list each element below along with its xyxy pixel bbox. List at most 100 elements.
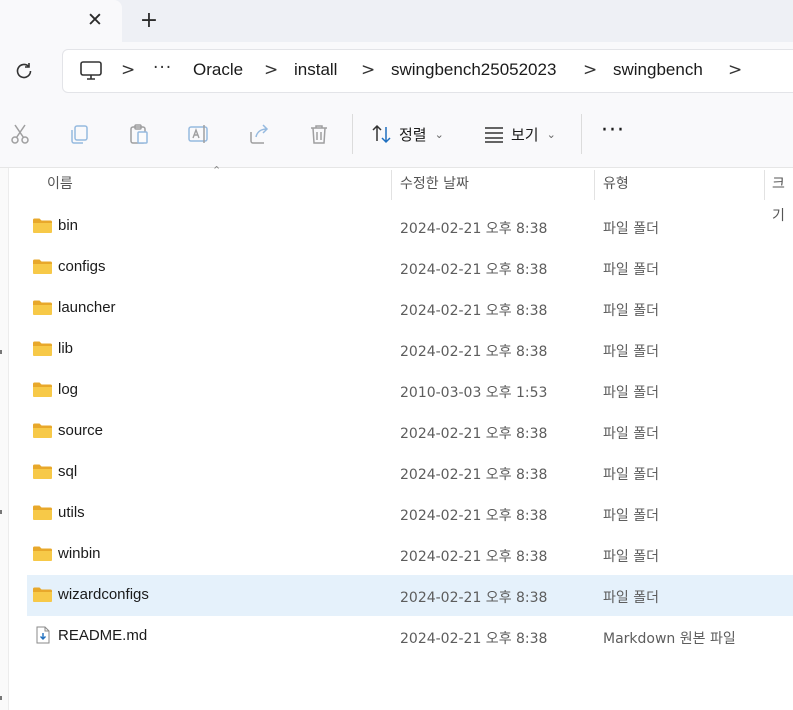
tab-strip: ✕ + <box>0 0 793 42</box>
file-name: sql <box>58 463 78 480</box>
file-type: 파일 폴더 <box>603 549 659 565</box>
file-row[interactable]: wizardconfigs 2024-02-21 오후 8:38 파일 폴더 <box>27 575 793 616</box>
active-tab[interactable]: ✕ <box>0 0 122 42</box>
folder-icon <box>33 341 52 356</box>
file-row[interactable]: bin 2024-02-21 오후 8:38 파일 폴더 <box>27 206 793 247</box>
file-row[interactable]: README.md 2024-02-21 오후 8:38 Markdown 원본 파… <box>27 616 793 657</box>
file-type: Markdown 원본 파일 <box>603 631 736 647</box>
file-type: 파일 폴더 <box>603 221 659 237</box>
navigation-pane-edge[interactable] <box>0 168 9 710</box>
file-row[interactable]: log 2010-03-03 오후 1:53 파일 폴더 <box>27 370 793 411</box>
file-name: utils <box>58 504 85 521</box>
file-modified-date: 2024-02-21 오후 8:38 <box>400 508 548 524</box>
view-list-icon <box>485 127 503 143</box>
folder-icon <box>33 464 52 479</box>
file-name: README.md <box>58 627 148 644</box>
file-type: 파일 폴더 <box>603 590 659 606</box>
column-divider[interactable] <box>391 170 392 200</box>
nav-marker <box>0 350 2 354</box>
address-row: > ··· Oracle > install > swingbench25052… <box>0 42 793 100</box>
breadcrumb-swingbench25052023[interactable]: swingbench25052023 <box>391 60 556 80</box>
toolbar-divider <box>352 114 353 154</box>
column-header-date[interactable]: 수정한 날짜 <box>400 168 469 200</box>
file-modified-date: 2024-02-21 오후 8:38 <box>400 426 548 442</box>
breadcrumb-chevron-icon[interactable]: > <box>361 60 375 80</box>
file-name: log <box>58 381 79 398</box>
file-name: lib <box>58 340 74 357</box>
breadcrumb-chevron-icon[interactable]: > <box>728 60 742 80</box>
file-modified-date: 2024-02-21 오후 8:38 <box>400 590 548 606</box>
file-row[interactable]: launcher 2024-02-21 오후 8:38 파일 폴더 <box>27 288 793 329</box>
file-row[interactable]: utils 2024-02-21 오후 8:38 파일 폴더 <box>27 493 793 534</box>
file-modified-date: 2024-02-21 오후 8:38 <box>400 344 548 360</box>
file-row[interactable]: winbin 2024-02-21 오후 8:38 파일 폴더 <box>27 534 793 575</box>
chevron-down-icon: ⌄ <box>546 127 556 141</box>
sort-label: 정렬 <box>399 125 427 144</box>
column-header-row: ⌃ 이름 수정한 날짜 유형 크기 <box>9 164 793 224</box>
column-header-size[interactable]: 크기 <box>772 168 793 224</box>
file-type: 파일 폴더 <box>603 344 659 360</box>
column-header-type[interactable]: 유형 <box>603 168 629 200</box>
breadcrumb-install[interactable]: install <box>294 60 337 80</box>
new-tab-button[interactable]: + <box>137 9 161 33</box>
close-tab-icon[interactable]: ✕ <box>84 9 106 31</box>
file-type: 파일 폴더 <box>603 467 659 483</box>
column-divider[interactable] <box>594 170 595 200</box>
column-divider[interactable] <box>764 170 765 200</box>
file-row[interactable]: lib 2024-02-21 오후 8:38 파일 폴더 <box>27 329 793 370</box>
sort-button[interactable]: 정렬 ⌄ <box>371 120 444 148</box>
rename-icon[interactable] <box>187 122 211 146</box>
file-name: configs <box>58 258 106 275</box>
folder-icon <box>33 300 52 315</box>
folder-icon <box>33 587 52 602</box>
sort-icon <box>372 124 391 144</box>
file-modified-date: 2024-02-21 오후 8:38 <box>400 221 548 237</box>
file-modified-date: 2024-02-21 오후 8:38 <box>400 467 548 483</box>
breadcrumb-more-button[interactable]: ··· <box>153 58 172 78</box>
view-label: 보기 <box>511 125 539 144</box>
file-name: bin <box>58 217 79 234</box>
more-options-button[interactable]: ··· <box>601 118 625 143</box>
file-name: winbin <box>58 545 101 562</box>
chevron-down-icon: ⌄ <box>434 127 444 141</box>
view-button[interactable]: 보기 ⌄ <box>483 120 556 148</box>
file-type: 파일 폴더 <box>603 426 659 442</box>
file-list: bin 2024-02-21 오후 8:38 파일 폴더 configs 2024-02… <box>27 206 793 657</box>
breadcrumb-oracle[interactable]: Oracle <box>193 60 243 80</box>
file-type: 파일 폴더 <box>603 508 659 524</box>
file-name: source <box>58 422 104 439</box>
refresh-icon[interactable] <box>12 59 36 83</box>
markdown-file-icon <box>36 626 50 644</box>
this-pc-icon[interactable] <box>79 60 103 82</box>
file-type: 파일 폴더 <box>603 385 659 401</box>
file-modified-date: 2024-02-21 오후 8:38 <box>400 631 548 647</box>
column-header-name[interactable]: 이름 <box>47 168 73 200</box>
breadcrumb-chevron-icon[interactable]: > <box>121 60 135 80</box>
folder-icon <box>33 505 52 520</box>
breadcrumb-swingbench[interactable]: swingbench <box>613 60 703 80</box>
file-type: 파일 폴더 <box>603 262 659 278</box>
file-type: 파일 폴더 <box>603 303 659 319</box>
folder-icon <box>33 259 52 274</box>
breadcrumb-chevron-icon[interactable]: > <box>583 60 597 80</box>
cut-icon[interactable] <box>8 122 32 146</box>
file-name: launcher <box>58 299 116 316</box>
paste-icon[interactable] <box>127 122 151 146</box>
address-bar[interactable]: > ··· Oracle > install > swingbench25052… <box>62 49 793 93</box>
file-modified-date: 2024-02-21 오후 8:38 <box>400 303 548 319</box>
folder-icon <box>33 546 52 561</box>
delete-icon[interactable] <box>307 122 331 146</box>
folder-icon <box>33 382 52 397</box>
file-row[interactable]: sql 2024-02-21 오후 8:38 파일 폴더 <box>27 452 793 493</box>
file-row[interactable]: source 2024-02-21 오후 8:38 파일 폴더 <box>27 411 793 452</box>
breadcrumb-chevron-icon[interactable]: > <box>264 60 278 80</box>
copy-icon[interactable] <box>67 122 91 146</box>
share-icon[interactable] <box>247 122 271 146</box>
toolbar-divider <box>581 114 582 154</box>
sort-ascending-icon: ⌃ <box>212 164 222 177</box>
folder-icon <box>33 218 52 233</box>
file-name: wizardconfigs <box>58 586 149 603</box>
file-row[interactable]: configs 2024-02-21 오후 8:38 파일 폴더 <box>27 247 793 288</box>
nav-marker <box>0 510 2 514</box>
folder-icon <box>33 423 52 438</box>
